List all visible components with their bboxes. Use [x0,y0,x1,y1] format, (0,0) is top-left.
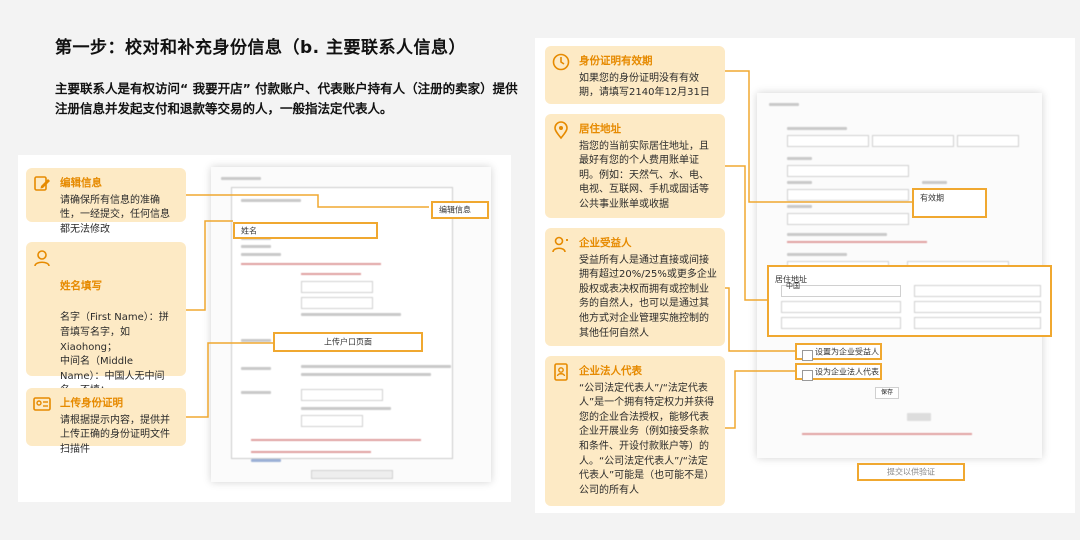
page-title: 第一步：校对和补充身份信息（b. 主要联系人信息） [55,38,467,58]
left-illustration-panel: 编辑信息 请确保所有信息的准确性，一经提交，任何信息都无法修改 姓名填写 名字（… [18,155,511,502]
left-connector-lines [186,194,429,418]
intro-text: 主要联系人是有权访问“ 我要开店” 付款账户、代表账户持有人（注册的卖家）提供注… [55,81,518,116]
right-connector-lines [725,70,912,429]
right-illustration-panel: 身份证明有效期 如果您的身份证明没有有效期，请填写2140年12月31日 居住地… [535,38,1075,513]
